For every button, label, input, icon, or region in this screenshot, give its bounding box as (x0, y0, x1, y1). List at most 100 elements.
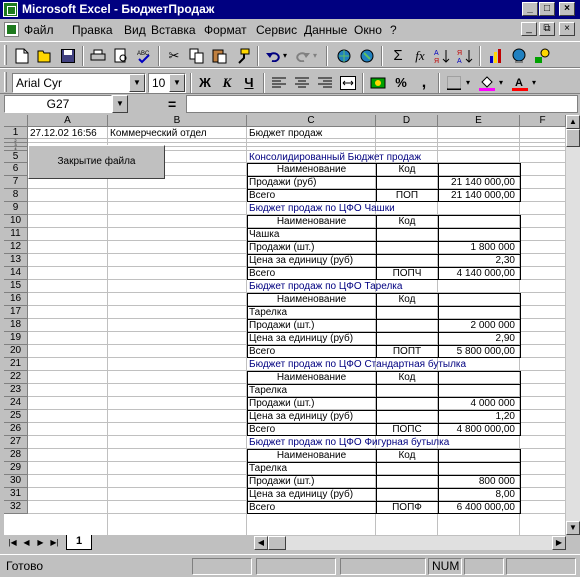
cell-budget-title[interactable]: Бюджет продаж (249, 127, 374, 139)
comma-style-button[interactable]: , (413, 72, 435, 94)
scroll-down-icon[interactable]: ▼ (566, 521, 580, 535)
column-header[interactable]: B (108, 115, 247, 127)
item-code[interactable] (378, 475, 436, 488)
font-color-dropdown-icon[interactable]: ▾ (529, 72, 539, 94)
row-header[interactable]: 11 (4, 228, 28, 241)
item-code[interactable] (378, 384, 436, 397)
font-size-select[interactable]: 10 ▼ (148, 73, 186, 93)
header-name[interactable]: Наименование (249, 163, 374, 176)
select-all-corner[interactable] (4, 115, 28, 127)
font-color-icon[interactable]: A (509, 72, 531, 94)
header-code[interactable]: Код (378, 449, 436, 462)
item-code[interactable] (378, 176, 436, 189)
chevron-down-icon[interactable]: ▼ (129, 74, 145, 92)
name-box[interactable]: G27 (4, 95, 112, 113)
row-header[interactable]: 24 (4, 397, 28, 410)
format-painter-icon[interactable] (232, 45, 254, 67)
percent-button[interactable]: % (390, 72, 412, 94)
header-code[interactable]: Код (378, 215, 436, 228)
row-header[interactable]: 17 (4, 306, 28, 319)
header-code[interactable]: Код (378, 163, 436, 176)
menu-help[interactable]: ? (390, 23, 397, 37)
minimize-button[interactable]: _ (522, 2, 538, 16)
horizontal-scrollbar[interactable]: ◀ ▶ (254, 536, 566, 550)
currency-icon[interactable] (367, 72, 389, 94)
header-code[interactable]: Код (378, 293, 436, 306)
sheet-tab-1[interactable]: 1 (66, 535, 92, 550)
item-name[interactable]: Продажи (руб) (249, 176, 374, 189)
column-header[interactable]: A (28, 115, 108, 127)
doc-close-button[interactable]: × (559, 22, 575, 36)
sort-ascending-icon[interactable]: AЯ (431, 45, 453, 67)
scroll-up-icon[interactable]: ▲ (566, 115, 580, 129)
italic-button[interactable]: К (216, 72, 238, 94)
row-header[interactable]: 9 (4, 202, 28, 215)
copy-icon[interactable] (186, 45, 208, 67)
item-code[interactable] (378, 462, 436, 475)
header-code[interactable]: Код (378, 371, 436, 384)
font-name-select[interactable]: Arial Cyr ▼ (12, 73, 146, 93)
toolbar-grip[interactable] (4, 45, 7, 65)
row-header[interactable]: 18 (4, 319, 28, 332)
hyperlink-icon[interactable] (333, 45, 355, 67)
cell-department[interactable]: Коммерческий отдел (110, 127, 245, 139)
row-header[interactable]: 7 (4, 176, 28, 189)
vertical-scrollbar[interactable]: ▲ ▼ (566, 115, 580, 535)
item-code[interactable] (378, 319, 436, 332)
column-header[interactable]: C (247, 115, 376, 127)
cut-icon[interactable]: ✂ (163, 45, 185, 67)
save-icon[interactable] (57, 45, 79, 67)
item-value[interactable]: 2,90 (440, 332, 518, 345)
scroll-right-icon[interactable]: ▶ (552, 536, 566, 550)
row-header[interactable]: 16 (4, 293, 28, 306)
item-name[interactable]: Тарелка (249, 384, 374, 397)
chevron-down-icon[interactable]: ▼ (112, 95, 128, 113)
block-title[interactable]: Бюджет продаж по ЦФО Чашки (249, 202, 518, 215)
item-code[interactable] (378, 306, 436, 319)
paste-function-icon[interactable]: fx (409, 45, 431, 67)
edit-formula-button[interactable]: = (168, 96, 176, 112)
column-header[interactable]: F (520, 115, 566, 127)
doc-restore-button[interactable]: ⧉ (539, 22, 555, 36)
item-code[interactable] (378, 397, 436, 410)
row-header[interactable]: 22 (4, 371, 28, 384)
row-header[interactable]: 20 (4, 345, 28, 358)
row-header[interactable]: 13 (4, 254, 28, 267)
web-toolbar-icon[interactable] (356, 45, 378, 67)
block-title[interactable]: Бюджет продаж по ЦФО Тарелка (249, 280, 518, 293)
document-icon[interactable] (4, 22, 19, 37)
redo-dropdown-icon[interactable]: ▾ (310, 45, 320, 67)
item-name[interactable]: Цена за единицу (руб) (249, 410, 374, 423)
row-header[interactable]: 8 (4, 189, 28, 202)
item-code[interactable] (378, 254, 436, 267)
row-header[interactable]: 25 (4, 410, 28, 423)
row-header[interactable]: 30 (4, 475, 28, 488)
autosum-icon[interactable]: Σ (387, 45, 409, 67)
item-value[interactable]: 1,20 (440, 410, 518, 423)
column-header[interactable]: E (438, 115, 520, 127)
underline-button[interactable]: Ч (238, 72, 260, 94)
print-preview-icon[interactable] (110, 45, 132, 67)
row-header[interactable]: 23 (4, 384, 28, 397)
item-value[interactable]: 1 800 000 (440, 241, 518, 254)
excel-app-icon[interactable] (3, 2, 18, 17)
paste-icon[interactable] (209, 45, 231, 67)
row-header[interactable]: 28 (4, 449, 28, 462)
row-header[interactable]: 15 (4, 280, 28, 293)
cell-timestamp[interactable]: 27.12.02 16:56 (30, 127, 106, 139)
new-icon[interactable] (11, 45, 33, 67)
row-header[interactable]: 26 (4, 423, 28, 436)
block-title[interactable]: Консолидированный Бюджет продаж (249, 151, 518, 163)
item-name[interactable]: Тарелка (249, 306, 374, 319)
maximize-button[interactable]: □ (539, 2, 555, 16)
row-header[interactable]: 29 (4, 462, 28, 475)
open-icon[interactable] (34, 45, 56, 67)
row-header[interactable]: 6 (4, 163, 28, 176)
item-value[interactable] (440, 384, 518, 397)
item-name[interactable]: Продажи (шт.) (249, 241, 374, 254)
item-name[interactable]: Цена за единицу (руб) (249, 332, 374, 345)
align-left-icon[interactable] (268, 72, 290, 94)
worksheet-grid[interactable]: A B C D E F 1 2 3 4 5 6 7 8 9 10 11 12 13 14 15 16 17 18 19 20 21 2… (4, 115, 566, 535)
header-name[interactable]: Наименование (249, 293, 374, 306)
item-value[interactable]: 800 000 (440, 475, 518, 488)
